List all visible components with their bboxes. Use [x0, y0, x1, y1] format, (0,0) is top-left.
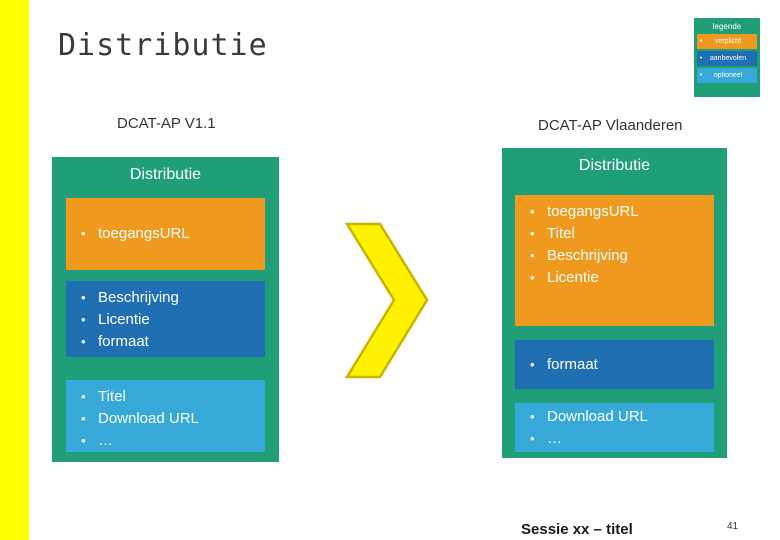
property-row: • … — [515, 428, 714, 450]
legend-item-label: verplicht — [714, 38, 742, 45]
property-row: • toegangsURL — [66, 223, 265, 245]
bullet-icon: • — [81, 226, 86, 241]
property-row: • formaat — [515, 354, 714, 376]
bullet-icon: • — [81, 389, 86, 404]
bullet-icon: • — [81, 312, 86, 327]
property-group-recommended-right: • formaat — [515, 340, 714, 389]
column-header-right: DCAT-AP Vlaanderen — [538, 117, 683, 134]
bullet-icon: • — [530, 226, 535, 241]
bullet-icon: • — [81, 433, 86, 448]
legend-item-label: optioneel — [713, 72, 743, 79]
property-label: Licentie — [98, 311, 150, 328]
property-row: • Titel — [515, 223, 714, 245]
property-label: Beschrijving — [547, 247, 628, 264]
page-number: 41 — [727, 521, 739, 532]
property-label: Beschrijving — [98, 289, 179, 306]
property-group-required-left: • toegangsURL — [66, 198, 265, 270]
legend-item-verplicht: • verplicht — [697, 34, 757, 49]
legend-title: legende — [712, 22, 742, 31]
page-title: Distributie — [58, 28, 268, 63]
property-row: • Licentie — [515, 267, 714, 289]
legend-item-aanbevolen: • aanbevolen — [697, 51, 757, 66]
bullet-icon: • — [530, 248, 535, 263]
bullet-icon: • — [699, 55, 703, 62]
property-row: • Titel — [66, 386, 265, 408]
property-label: Titel — [547, 225, 575, 242]
property-label: Licentie — [547, 269, 599, 286]
bullet-icon: • — [81, 334, 86, 349]
class-title-right: Distributie — [578, 157, 651, 174]
property-group-recommended-left: • Beschrijving • Licentie • formaat — [66, 281, 265, 357]
legend-item-optioneel: • optioneel — [697, 68, 757, 83]
bullet-icon: • — [530, 430, 535, 446]
bullet-icon: • — [81, 290, 86, 305]
property-group-optional-left: • Titel • Download URL • … — [66, 380, 265, 452]
property-label: Download URL — [98, 410, 199, 427]
property-row: • Download URL — [66, 408, 265, 430]
column-header-left: DCAT-AP V1.1 — [117, 115, 216, 132]
property-label: toegangsURL — [547, 203, 639, 220]
property-label: Download URL — [547, 407, 648, 425]
bullet-icon: • — [530, 270, 535, 285]
property-label: … — [98, 432, 113, 449]
property-label: formaat — [98, 333, 149, 350]
bullet-icon: • — [699, 72, 703, 79]
property-label: formaat — [547, 355, 598, 373]
property-row: • toegangsURL — [515, 201, 714, 223]
bullet-icon: • — [530, 356, 535, 372]
property-label: … — [547, 429, 562, 447]
chevron-right-arrow — [345, 222, 429, 379]
footer-session-label: Sessie xx – titel — [521, 521, 633, 538]
property-row: • … — [66, 430, 265, 452]
chevron-shape — [345, 222, 429, 379]
property-row: • Download URL — [515, 406, 714, 428]
slide-canvas: Distributie legende • verplicht • aanbev… — [0, 0, 780, 540]
property-group-required-right: • toegangsURL • Titel • Beschrijving • L… — [515, 195, 714, 326]
legend-panel: legende • verplicht • aanbevolen • optio… — [694, 18, 760, 97]
property-label: toegangsURL — [98, 225, 190, 242]
legend-item-label: aanbevolen — [709, 55, 747, 62]
property-label: Titel — [98, 388, 126, 405]
bullet-icon: • — [530, 204, 535, 219]
property-group-optional-right: • Download URL • … — [515, 403, 714, 452]
left-accent-stripe — [0, 0, 29, 540]
bullet-icon: • — [530, 408, 535, 424]
property-row: • Beschrijving — [66, 287, 265, 309]
property-row: • formaat — [66, 331, 265, 353]
bullet-icon: • — [81, 411, 86, 426]
property-row: • Beschrijving — [515, 245, 714, 267]
class-title-left: Distributie — [129, 166, 202, 183]
property-row: • Licentie — [66, 309, 265, 331]
bullet-icon: • — [699, 38, 703, 45]
